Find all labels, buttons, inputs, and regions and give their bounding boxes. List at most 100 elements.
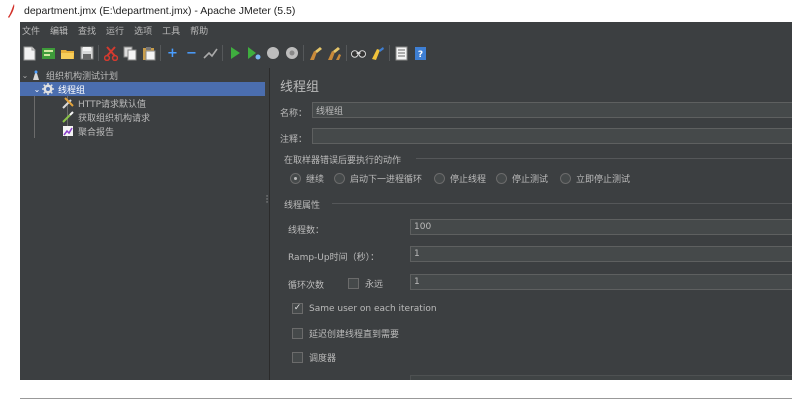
scheduler-checkbox[interactable]: 调度器 <box>292 351 336 364</box>
test-plan-tree: ⌄ 组织机构测试计划 ⌄ 线程组 HTTP请求默认值 获取组织机构请求 聚合报告 <box>20 68 265 380</box>
radio-label: 停止测试 <box>512 175 549 185</box>
templates-icon[interactable] <box>41 46 56 61</box>
checkbox-label: Same user on each iteration <box>309 303 437 314</box>
tree-node-label: 获取组织机构请求 <box>78 113 151 124</box>
chevron-down-icon[interactable]: ⌄ <box>32 85 42 94</box>
menu-tools[interactable]: 工具 <box>162 24 180 37</box>
group-divider <box>332 203 792 204</box>
toolbar: + − ? <box>20 38 792 68</box>
radio-indicator[interactable] <box>434 173 445 184</box>
reset-search-icon[interactable] <box>370 46 385 61</box>
chevron-down-icon[interactable]: ⌄ <box>20 71 30 80</box>
start-no-pause-icon[interactable] <box>246 46 261 61</box>
clear-all-icon[interactable] <box>327 46 342 61</box>
tree-node-http-request[interactable]: 获取组织机构请求 <box>62 110 150 124</box>
group-divider <box>416 158 792 159</box>
radio-indicator[interactable] <box>560 173 571 184</box>
rampup-field[interactable]: 1 <box>410 246 792 262</box>
menu-run[interactable]: 运行 <box>106 24 124 37</box>
svg-text:?: ? <box>418 50 423 60</box>
stop-icon[interactable] <box>265 46 280 61</box>
expand-icon[interactable]: + <box>165 46 180 61</box>
name-label: 名称： <box>280 109 308 119</box>
new-icon[interactable] <box>22 46 37 61</box>
window-bottom-edge <box>20 398 792 399</box>
toolbar-separator <box>303 45 304 61</box>
tree-node-label: 组织机构测试计划 <box>46 71 119 82</box>
toolbar-separator <box>389 45 390 61</box>
paste-icon[interactable] <box>141 46 156 61</box>
threads-label: 线程数： <box>288 226 325 236</box>
toolbar-separator <box>160 45 161 61</box>
checkbox-box[interactable] <box>292 328 303 339</box>
same-user-checkbox[interactable]: ✓ Same user on each iteration <box>292 303 437 314</box>
tree-guide-line <box>34 90 35 138</box>
checkbox-label: 永远 <box>365 280 384 290</box>
collapse-icon[interactable]: − <box>184 46 199 61</box>
radio-start-next-loop[interactable]: 启动下一进程循环 <box>334 172 422 185</box>
save-icon[interactable] <box>79 46 94 61</box>
radio-continue[interactable]: 继续 <box>290 172 324 185</box>
rampup-label: Ramp-Up时间（秒）： <box>288 253 380 263</box>
menu-help[interactable]: 帮助 <box>190 24 208 37</box>
radio-indicator[interactable] <box>334 173 345 184</box>
function-helper-icon[interactable] <box>394 46 409 61</box>
radio-stop-thread[interactable]: 停止线程 <box>434 172 486 185</box>
checkbox-box[interactable] <box>292 352 303 363</box>
duration-field-partial[interactable] <box>410 375 792 380</box>
gear-icon <box>42 83 54 95</box>
thread-group-panel: 线程组 名称： 线程组 注释： 在取样器错误后要执行的动作 继续 启动下一进程循… <box>269 68 792 380</box>
radio-label: 停止线程 <box>450 175 487 185</box>
tree-node-aggregate-report[interactable]: 聚合报告 <box>62 124 114 138</box>
toolbar-separator <box>346 45 347 61</box>
menu-file[interactable]: 文件 <box>22 24 40 37</box>
toggle-icon[interactable] <box>203 46 218 61</box>
jmeter-feather-icon <box>8 4 15 18</box>
radio-stop-test-now[interactable]: 立即停止测试 <box>560 172 630 185</box>
tree-node-thread-group[interactable]: ⌄ 线程组 <box>20 82 265 96</box>
start-icon[interactable] <box>227 46 242 61</box>
checkbox-label: 调度器 <box>309 354 337 364</box>
checkbox-label: 延迟创建线程直到需要 <box>309 330 400 340</box>
search-icon[interactable] <box>351 46 366 61</box>
name-field[interactable]: 线程组 <box>312 102 792 118</box>
loop-label: 循环次数 <box>288 281 325 291</box>
radio-indicator[interactable] <box>496 173 507 184</box>
tree-node-test-plan[interactable]: ⌄ 组织机构测试计划 <box>20 68 265 82</box>
radio-indicator[interactable] <box>290 173 301 184</box>
test-plan-icon <box>30 69 42 81</box>
page-title: 线程组 <box>280 80 320 95</box>
window-title: department.jmx (E:\department.jmx) - Apa… <box>24 5 296 17</box>
pipette-icon <box>62 111 74 123</box>
tree-node-label: 聚合报告 <box>78 127 115 138</box>
menu-options[interactable]: 选项 <box>134 24 152 37</box>
wrench-icon <box>62 97 74 109</box>
menu-search[interactable]: 查找 <box>78 24 96 37</box>
loop-count-field[interactable]: 1 <box>410 274 792 290</box>
comment-field[interactable] <box>312 128 792 144</box>
toolbar-separator <box>98 45 99 61</box>
menu-bar: 文件 编辑 查找 运行 选项 工具 帮助 <box>20 22 792 38</box>
forever-checkbox[interactable]: 永远 <box>348 277 383 290</box>
error-action-title: 在取样器错误后要执行的动作 <box>284 156 402 166</box>
help-icon[interactable]: ? <box>413 46 428 61</box>
copy-icon[interactable] <box>122 46 137 61</box>
checkbox-box[interactable] <box>348 278 359 289</box>
delay-thread-creation-checkbox[interactable]: 延迟创建线程直到需要 <box>292 327 399 340</box>
comment-label: 注释： <box>280 135 308 145</box>
radio-label: 启动下一进程循环 <box>350 175 423 185</box>
menu-edit[interactable]: 编辑 <box>50 24 68 37</box>
cut-icon[interactable] <box>103 45 118 61</box>
shutdown-icon[interactable] <box>284 46 299 61</box>
open-icon[interactable] <box>60 46 75 61</box>
radio-label: 立即停止测试 <box>576 175 631 185</box>
jmeter-app: 文件 编辑 查找 运行 选项 工具 帮助 + − ? ⌄ 组织机构测试计划 ⌄ … <box>20 22 792 380</box>
radio-stop-test[interactable]: 停止测试 <box>496 172 548 185</box>
threads-field[interactable]: 100 <box>410 219 792 235</box>
clear-icon[interactable] <box>308 46 323 61</box>
chart-icon <box>62 125 74 137</box>
toolbar-separator <box>222 45 223 61</box>
window-titlebar: department.jmx (E:\department.jmx) - Apa… <box>0 0 800 22</box>
tree-node-http-defaults[interactable]: HTTP请求默认值 <box>62 96 146 110</box>
checkmark-icon[interactable]: ✓ <box>292 303 303 314</box>
